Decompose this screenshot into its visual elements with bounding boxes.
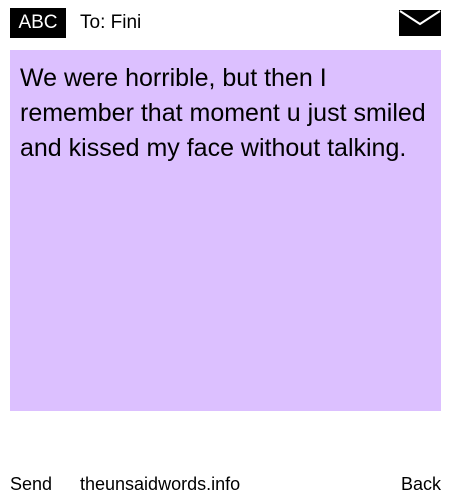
- recipient-label: To: Fini: [80, 12, 142, 33]
- send-softkey[interactable]: Send: [10, 470, 52, 498]
- site-label: theunsaidwords.info: [80, 474, 241, 494]
- input-mode-badge[interactable]: ABC: [10, 8, 66, 38]
- back-softkey[interactable]: Back: [401, 470, 441, 498]
- envelope-icon: [399, 10, 441, 36]
- softkey-bar: Send theunsaidwords.info Back: [0, 470, 450, 498]
- message-body: We were horrible, but then I remember th…: [20, 64, 426, 162]
- message-text-area[interactable]: We were horrible, but then I remember th…: [10, 50, 441, 411]
